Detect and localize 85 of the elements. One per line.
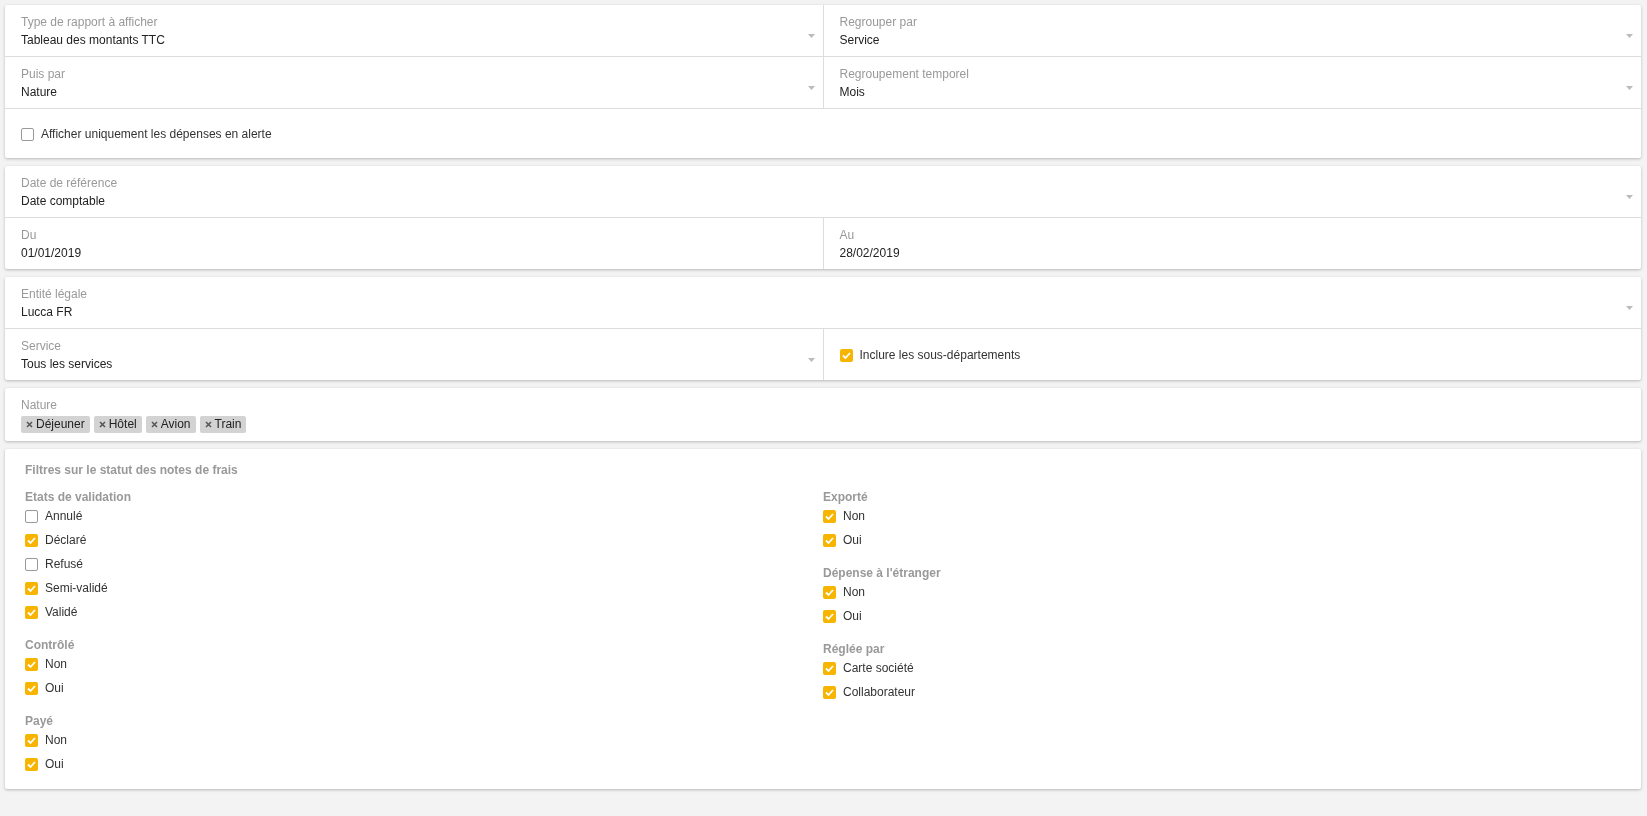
caret-icon [807,34,815,38]
field-label: Regroupement temporel [839,66,969,82]
checkbox[interactable] [25,733,38,747]
select-field[interactable]: Puis par Nature [5,57,823,108]
select-field[interactable]: Regrouper par Service [822,5,1641,56]
group-label: Contrôlé [25,637,75,653]
group-label: Exporté [823,489,868,505]
nature-field[interactable]: Nature Déjeuner Hôtel Avion Train [5,388,1641,441]
checkbox-label: Non [45,657,67,671]
tag-chip[interactable]: Train [199,416,247,433]
checkbox-label: Déclaré [45,533,87,547]
checkbox-label: Collaborateur [843,685,916,699]
checkbox-label: Refusé [45,557,84,571]
checkbox-label: Afficher uniquement les dépenses en alerte [41,127,272,141]
close-icon[interactable] [204,420,212,428]
checkbox-label: Oui [45,757,64,771]
close-icon[interactable] [150,420,158,428]
field-value: Nature [21,84,58,100]
group-label: Payé [25,713,54,729]
select-field[interactable]: Type de rapport à afficher Tableau des montants TTC [5,5,823,56]
checkbox[interactable] [823,661,836,675]
caret-icon [1626,86,1633,90]
close-icon[interactable] [98,420,106,428]
field-value: Tous les services [21,356,113,372]
field-value: Date comptable [21,193,106,209]
caret-icon [807,86,815,90]
field-value: Service [839,32,880,48]
caret-icon [807,358,815,362]
field-value: 28/02/2019 [839,245,900,261]
field-value: 01/01/2019 [21,245,82,261]
field-label: Type de rapport à afficher [21,14,158,30]
field-value: Tableau des montants TTC [21,32,165,48]
field-label: Regrouper par [839,14,917,30]
field-label: Service [21,338,61,354]
field-label: Du [21,227,37,243]
checkbox-label: Inclure les sous-départements [859,348,1021,362]
field-label: Puis par [21,66,66,82]
group-label: Dépense à l'étranger [823,565,941,581]
caret-icon [1626,306,1633,310]
checkbox[interactable] [823,585,836,599]
checkbox[interactable] [25,605,38,619]
field-label: Au [839,227,855,243]
checkbox[interactable] [839,348,853,362]
checkbox-label: Validé [45,605,78,619]
checkbox[interactable] [823,533,836,547]
field-label: Entité légale [21,286,88,302]
checkbox-label: Non [843,585,865,599]
field-value: Mois [839,84,865,100]
checkbox[interactable] [25,533,38,547]
close-icon[interactable] [26,420,33,428]
checkbox-label: Non [45,733,67,747]
checkbox[interactable] [823,509,836,523]
tag-chip[interactable]: Avion [145,416,196,433]
select-field[interactable]: Regroupement temporel Mois [822,57,1641,108]
select-field[interactable]: Du 01/01/2019 [5,218,823,269]
checkbox-label: Semi-validé [45,581,108,595]
checkbox[interactable] [823,685,836,699]
select-field[interactable]: Au 28/02/2019 [822,218,1641,269]
checkbox[interactable] [25,509,38,523]
section-title: Filtres sur le statut des notes de frais [25,463,238,477]
select-field[interactable]: Entité légale Lucca FR [5,277,1641,328]
checkbox[interactable] [823,609,836,623]
tag-chip[interactable]: Hôtel [93,416,142,433]
field-label: Date de référence [21,175,118,191]
checkbox[interactable] [25,681,38,695]
field-value: Lucca FR [21,304,73,320]
checkbox-label: Non [843,509,865,523]
checkbox-label: Oui [843,609,862,623]
checkbox-label: Annulé [45,509,83,523]
tag-chip[interactable]: Déjeuner [21,416,90,433]
group-label: Réglée par [823,641,885,657]
select-field[interactable]: Service Tous les services [5,329,823,380]
checkbox[interactable] [25,657,38,671]
select-field[interactable]: Date de référence Date comptable [5,166,1641,217]
caret-icon [1626,34,1633,38]
checkbox[interactable] [25,581,38,595]
checkbox[interactable] [21,127,34,141]
checkbox-label: Oui [843,533,862,547]
caret-icon [1626,195,1633,199]
checkbox-label: Oui [45,681,64,695]
checkbox-label: Carte société [843,661,914,675]
field-label: Nature [21,398,58,412]
group-label: Etats de validation [25,489,132,505]
checkbox[interactable] [25,757,38,771]
checkbox[interactable] [25,557,38,571]
